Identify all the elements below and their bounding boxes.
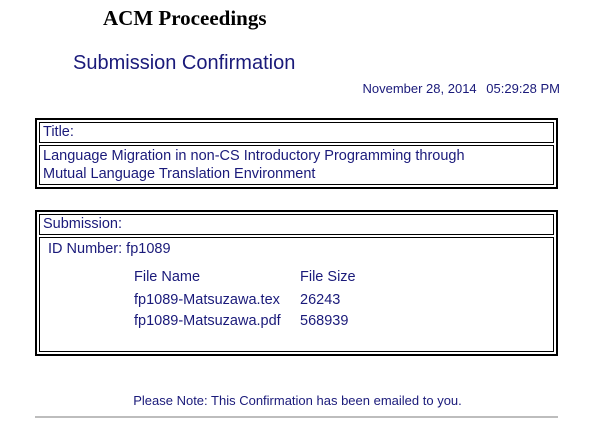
submission-date: November 28, 2014 <box>362 81 477 96</box>
id-number-line: ID Number: fp1089 <box>48 240 545 258</box>
id-number-label: ID Number: <box>48 241 123 257</box>
file-row: fp1089-Matsuzawa.pdf 568939 <box>134 310 356 331</box>
title-box-label: Title: <box>39 122 554 143</box>
page-title: Submission Confirmation <box>73 52 296 74</box>
file-size-header: File Size <box>300 268 356 285</box>
submission-details: ID Number: fp1089 File Name File Size fp… <box>39 237 554 352</box>
id-number-value: fp1089 <box>126 241 171 257</box>
paper-title: Language Migration in non-CS Introductor… <box>39 145 554 185</box>
file-name: fp1089-Matsuzawa.tex <box>134 291 280 308</box>
file-size: 568939 <box>300 312 349 329</box>
paper-title-line-1: Language Migration in non-CS Introductor… <box>43 148 465 164</box>
title-box: Title: Language Migration in non-CS Intr… <box>35 118 558 189</box>
footer-divider <box>35 416 558 418</box>
file-name-header: File Name <box>134 268 201 285</box>
submission-time: 05:29:28 PM <box>486 81 560 96</box>
paper-title-line-2: Mutual Language Translation Environment <box>43 166 316 182</box>
submission-timestamp: November 28, 2014 05:29:28 PM <box>362 81 560 96</box>
file-size: 26243 <box>300 291 341 308</box>
email-note: Please Note: This Confirmation has been … <box>133 393 462 408</box>
file-table: File Name File Size fp1089-Matsuzawa.tex… <box>134 266 356 331</box>
submission-box: Submission: ID Number: fp1089 File Name … <box>35 210 558 356</box>
file-table-header: File Name File Size <box>134 266 356 287</box>
file-row: fp1089-Matsuzawa.tex 26243 <box>134 289 356 310</box>
brand-title: ACM Proceedings <box>103 6 267 30</box>
file-name: fp1089-Matsuzawa.pdf <box>134 312 281 329</box>
submission-box-label: Submission: <box>39 214 554 235</box>
